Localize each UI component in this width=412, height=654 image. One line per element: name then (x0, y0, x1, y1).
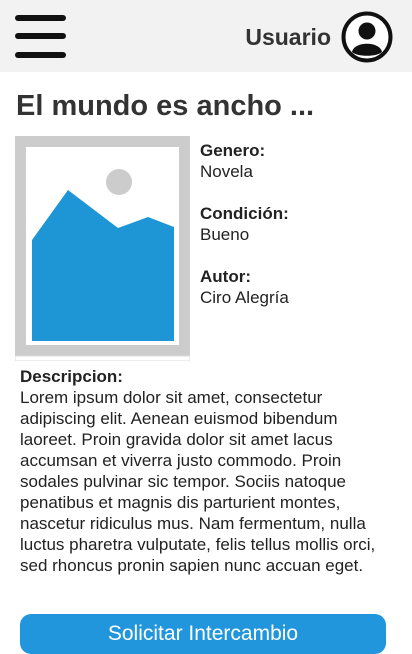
author-field: Autor: Ciro Alegría (200, 266, 289, 308)
genre-label: Genero: (200, 141, 266, 160)
author-label: Autor: (200, 267, 251, 286)
condition-value: Bueno (200, 225, 250, 244)
condition-field: Condición: Bueno (200, 203, 289, 245)
request-exchange-button[interactable]: Solicitar Intercambio (20, 614, 386, 654)
user-name-label: Usuario (245, 24, 331, 50)
hamburger-menu-icon[interactable] (15, 15, 66, 58)
description-label: Descripcion: (20, 367, 123, 386)
book-title: El mundo es ancho ... (16, 90, 315, 122)
image-placeholder-icon (14, 136, 191, 362)
description-text: Lorem ipsum dolor sit amet, consectetur … (20, 388, 376, 575)
top-bar: Usuario (0, 0, 412, 72)
genre-value: Novela (200, 162, 253, 181)
author-value: Ciro Alegría (200, 288, 289, 307)
condition-label: Condición: (200, 204, 289, 223)
genre-field: Genero: Novela (200, 140, 265, 182)
user-avatar-icon[interactable] (341, 11, 393, 63)
